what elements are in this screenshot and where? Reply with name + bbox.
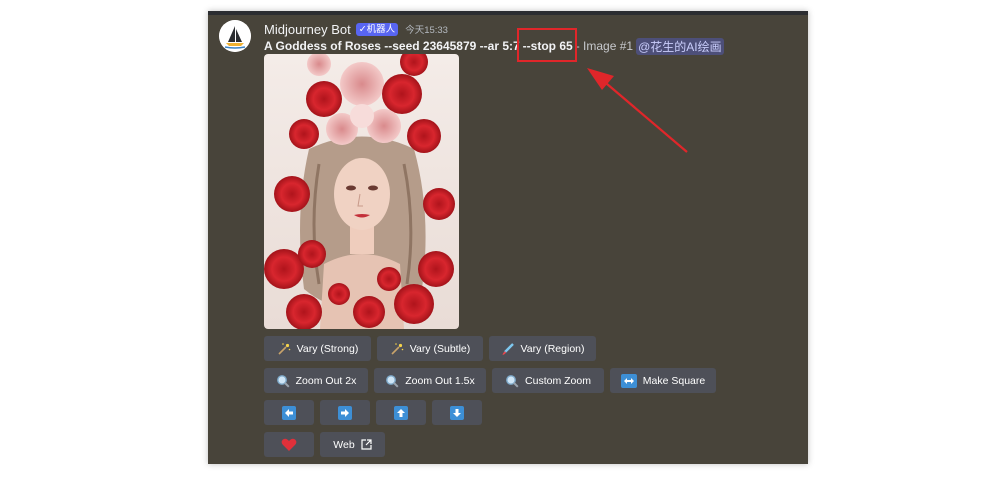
message-header: Midjourney Bot ✓机器人 今天15:33 — [264, 20, 448, 38]
custom-zoom-button[interactable]: Custom Zoom — [492, 368, 604, 393]
arrow-left-icon — [282, 405, 296, 420]
vary-region-label: Vary (Region) — [520, 342, 585, 355]
discord-message-panel: Midjourney Bot ✓机器人 今天15:33 A Goddess of… — [208, 11, 808, 464]
external-link-icon — [361, 439, 372, 450]
annotation-highlight-box — [517, 28, 577, 62]
magic-wand-icon — [277, 342, 291, 356]
bot-badge: ✓机器人 — [355, 22, 399, 36]
zoom-out-1-5x-button[interactable]: Zoom Out 1.5x — [374, 368, 486, 393]
arrow-right-icon — [338, 405, 352, 420]
pan-left-button[interactable] — [264, 400, 314, 425]
magnifier-icon — [385, 374, 399, 388]
arrow-up-icon — [394, 405, 408, 420]
magic-wand-icon — [390, 342, 404, 356]
rose-goddess-illustration — [264, 54, 459, 329]
custom-zoom-label: Custom Zoom — [525, 374, 591, 387]
zoom-button-row: Zoom Out 2x Zoom Out 1.5x Custom Zoom Ma… — [264, 368, 716, 393]
generated-image[interactable] — [264, 54, 459, 329]
action-button-row: Web — [264, 432, 385, 457]
pan-up-button[interactable] — [376, 400, 426, 425]
pan-right-button[interactable] — [320, 400, 370, 425]
user-mention[interactable]: @花生的AI绘画 — [636, 37, 724, 55]
paintbrush-icon — [501, 342, 515, 356]
message-content: A Goddess of Roses --seed 23645879 --ar … — [264, 37, 724, 55]
left-right-arrow-icon — [620, 373, 637, 388]
magnifier-icon — [505, 374, 519, 388]
vary-subtle-label: Vary (Subtle) — [409, 342, 471, 355]
vary-region-button[interactable]: Vary (Region) — [489, 336, 596, 361]
vary-subtle-button[interactable]: Vary (Subtle) — [377, 336, 483, 361]
pan-button-row — [264, 400, 482, 425]
arrow-down-icon — [450, 405, 464, 420]
author-name[interactable]: Midjourney Bot — [264, 22, 351, 37]
timestamp: 今天15:33 — [405, 25, 448, 36]
vary-strong-button[interactable]: Vary (Strong) — [264, 336, 371, 361]
make-square-label: Make Square — [642, 374, 706, 387]
annotation-arrow-icon — [587, 68, 688, 153]
sailboat-logo — [219, 20, 251, 52]
zoom-out-2x-button[interactable]: Zoom Out 2x — [264, 368, 368, 393]
make-square-button[interactable]: Make Square — [610, 368, 716, 393]
bot-avatar[interactable] — [219, 20, 251, 52]
magnifier-icon — [276, 374, 290, 388]
heart-icon — [281, 438, 297, 452]
vary-button-row: Vary (Strong) Vary (Subtle) Vary (Region… — [264, 336, 596, 361]
image-index: - Image #1 — [575, 39, 634, 53]
pan-down-button[interactable] — [432, 400, 482, 425]
vary-strong-label: Vary (Strong) — [296, 342, 359, 355]
like-button[interactable] — [264, 432, 314, 457]
web-label: Web — [333, 438, 355, 451]
zoom-out-2x-label: Zoom Out 2x — [295, 374, 357, 387]
web-button[interactable]: Web — [320, 432, 385, 457]
zoom-out-1-5x-label: Zoom Out 1.5x — [405, 374, 475, 387]
prompt-text: A Goddess of Roses --seed 23645879 --ar … — [264, 39, 520, 53]
